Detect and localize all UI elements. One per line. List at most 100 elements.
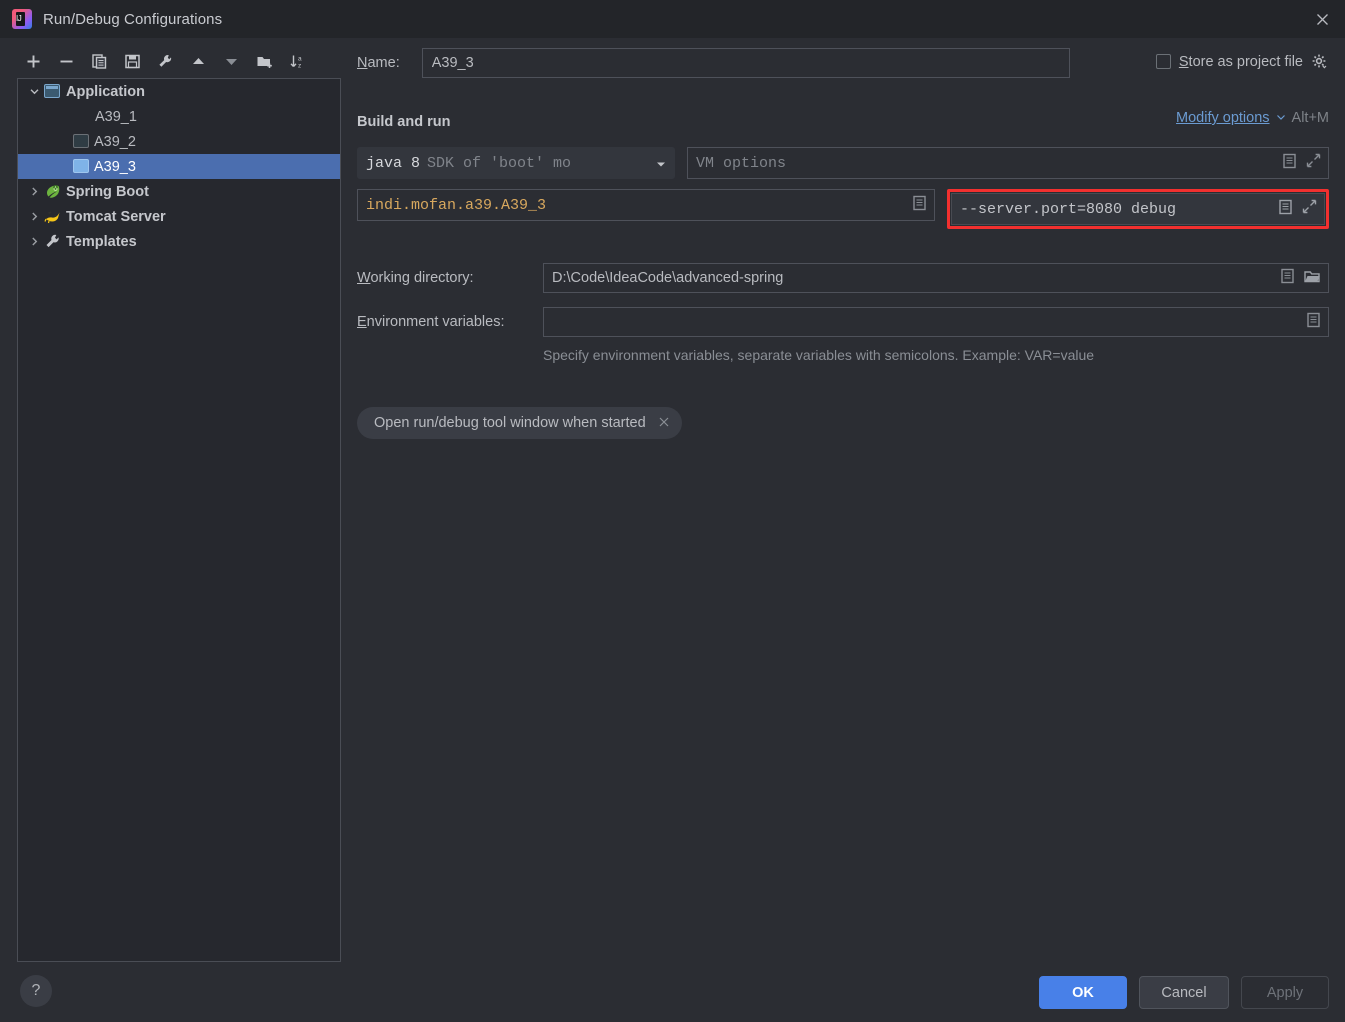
vm-options-placeholder: VM options [696,154,787,172]
chevron-right-icon[interactable] [24,207,44,227]
tomcat-icon [44,208,61,225]
chevron-down-icon[interactable] [24,82,44,102]
macro-list-icon[interactable] [1282,153,1297,174]
tree-item-a39-1[interactable]: A39_1 [18,104,340,129]
tree-item-label: A39_1 [95,108,137,125]
copy-icon [92,53,107,69]
macro-list-icon[interactable] [912,195,927,216]
tree-item-spring-boot[interactable]: Spring Boot [18,179,340,204]
help-icon: ? [31,982,41,999]
ok-button[interactable]: OK [1039,976,1127,1009]
chip-open-run-debug-tool-window[interactable]: Open run/debug tool window when started [357,407,682,439]
intellij-idea-icon [12,9,32,29]
store-as-project-file-checkbox[interactable] [1155,54,1171,69]
options-chips: Open run/debug tool window when started [357,407,1329,439]
working-directory-icons [1280,264,1321,292]
modify-options-link[interactable]: Modify options [1176,110,1270,126]
program-arguments-value: --server.port=8080 debug [960,200,1177,218]
close-small-icon[interactable] [658,416,670,431]
tree-item-application[interactable]: Application [18,79,340,104]
tree-item-label: A39_2 [94,133,136,150]
vm-options-icons [1282,148,1321,178]
build-and-run-section-header: Build and run Modify options Alt+M [357,110,1329,134]
application-icon [44,83,61,100]
copy-configuration-button[interactable] [83,47,116,75]
store-as-project-file-label[interactable]: Store as project file [1179,54,1303,70]
no-icon [73,108,90,125]
apply-button[interactable]: Apply [1241,976,1329,1009]
help-button[interactable]: ? [20,975,52,1007]
vm-options-input[interactable]: VM options [687,147,1329,179]
application-config-selected-icon [73,158,90,175]
tree-item-a39-2[interactable]: A39_2 [18,129,340,154]
gear-icon[interactable] [1311,53,1328,70]
environment-variables-row: Environment variables: [357,307,1329,337]
tree-item-label: A39_3 [94,158,136,175]
main-class-icons [912,190,927,220]
sort-alphabetical-icon: a z [289,55,302,69]
arrow-down-icon [226,58,237,65]
new-folder-button[interactable] [248,47,281,75]
plus-icon [27,55,40,67]
name-input[interactable] [421,48,1070,78]
move-down-button[interactable] [215,47,248,75]
macro-list-icon[interactable] [1306,312,1321,332]
move-up-button[interactable] [182,47,215,75]
title-bar: Run/Debug Configurations [0,0,1345,38]
configurations-toolbar: a z [17,46,317,76]
wrench-icon [159,54,172,67]
cancel-button[interactable]: Cancel [1139,976,1229,1009]
environment-variables-hint: Specify environment variables, separate … [543,347,1095,363]
environment-variables-input[interactable] [543,307,1329,337]
close-icon[interactable] [1299,0,1345,38]
modify-options-group: Modify options Alt+M [1176,110,1329,126]
program-arguments-input[interactable]: --server.port=8080 debug [951,193,1325,225]
chevron-right-icon[interactable] [24,182,44,202]
jdk-sub-label: SDK of 'boot' mo [427,154,572,172]
expand-icon[interactable] [1302,199,1317,219]
jdk-select[interactable]: java 8 SDK of 'boot' mo [357,147,675,179]
chevron-right-icon[interactable] [24,232,44,252]
working-directory-label: Working directory: [357,270,474,286]
working-directory-input[interactable]: D:\Code\IdeaCode\advanced-spring [543,263,1329,293]
program-arguments-highlight: --server.port=8080 debug [947,189,1329,229]
run-debug-configurations-dialog: Run/Debug Configurations [0,0,1345,1022]
working-directory-row: Working directory: D:\Code\IdeaCode\adva… [357,263,1329,293]
folder-open-icon[interactable] [1304,269,1321,288]
dropdown-arrow-icon[interactable] [651,148,667,178]
arrow-up-icon [193,57,204,64]
main-class-args-row: indi.mofan.a39.A39_3 --server.port=8080 … [357,189,1329,229]
edit-templates-button[interactable] [149,47,182,75]
macro-list-icon[interactable] [1278,199,1293,220]
configurations-tree[interactable]: Application A39_1 A39_2 A39_3 Spring Boo… [17,78,341,962]
new-folder-icon [257,56,272,68]
save-configuration-button[interactable] [116,47,149,75]
chevron-down-icon[interactable] [1276,112,1286,125]
sort-button[interactable]: a z [281,47,314,75]
macro-list-icon[interactable] [1280,268,1295,288]
working-directory-value: D:\Code\IdeaCode\advanced-spring [552,270,784,286]
tree-item-label: Application [66,83,145,100]
main-class-input[interactable]: indi.mofan.a39.A39_3 [357,189,935,221]
jdk-main-label: java 8 [366,154,421,172]
svg-text:z: z [298,62,301,69]
remove-configuration-button[interactable] [50,47,83,75]
environment-variables-label: Environment variables: [357,314,505,330]
window-title: Run/Debug Configurations [43,10,223,28]
name-row: Name: Store as project file [357,46,1329,80]
program-arguments-icons [1278,194,1317,224]
configuration-form: Name: Store as project file Build and ru… [357,46,1329,439]
chip-label: Open run/debug tool window when started [374,415,646,431]
tree-item-templates[interactable]: Templates [18,229,340,254]
environment-variables-icons [1306,308,1321,336]
spring-boot-icon [44,183,61,200]
tree-item-a39-3[interactable]: A39_3 [18,154,340,179]
add-configuration-button[interactable] [17,47,50,75]
tree-item-tomcat-server[interactable]: Tomcat Server [18,204,340,229]
save-icon [125,54,140,68]
minus-icon [60,60,73,62]
wrench-icon [44,233,61,250]
tree-item-label: Tomcat Server [66,208,166,225]
dialog-buttons: OK Cancel Apply [1039,976,1329,1009]
expand-icon[interactable] [1306,153,1321,173]
